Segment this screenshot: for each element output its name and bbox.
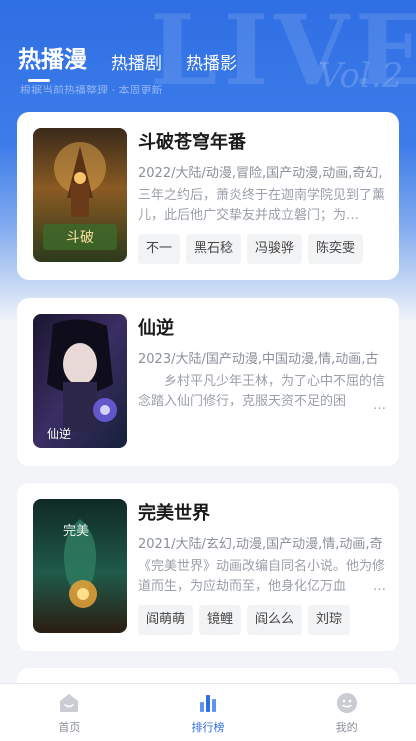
media-card[interactable]: 完美 完美世界 2021/大陆/玄幻,动漫,国产动漫,情,动画,奇 《完美世界》… [17,483,399,651]
cast-tag[interactable]: 冯骏骅 [247,234,303,264]
card-meta: 2021/大陆/玄幻,动漫,国产动漫,情,动画,奇 [138,537,383,552]
card-title: 完美世界 [138,503,210,524]
home-icon [60,694,79,712]
more-ellipsis[interactable]: … [369,577,386,597]
card-description: 乡村平凡少年王林，为了心中不屈的信念踏入仙门修行，克服天资不足的困 … [138,372,386,416]
cast-tag[interactable]: 黑石稔 [186,234,242,264]
card-meta: 2022/大陆/动漫,冒险,国产动漫,动画,奇幻, [138,166,383,181]
svg-text:仙逆: 仙逆 [47,426,71,441]
nav-ranking-label: 排行榜 [191,721,225,734]
card-title: 斗破苍穹年番 [138,132,246,153]
nav-profile[interactable]: 我的 [277,684,416,741]
svg-text:斗破: 斗破 [66,230,94,246]
cast-tag[interactable]: 阎么么 [247,605,303,635]
svg-text:完美: 完美 [63,524,89,539]
poster-image: 完美 [33,499,127,633]
nav-home[interactable]: 首页 [0,684,139,741]
cast-tags: 不一 黑石稔 冯骏骅 陈奕雯 [138,234,386,264]
cast-tag[interactable]: 陈奕雯 [308,234,364,264]
nav-home-label: 首页 [58,721,81,734]
poster-image: 斗破 [33,128,127,262]
profile-icon [336,693,357,713]
card-description: 三年之约后，萧炎终于在迦南学院见到了薰儿，此后他广交挚友并成立磐门；为… [138,188,386,223]
tab-hot-drama[interactable]: 热播剧 [111,49,162,74]
tab-hot-anime[interactable]: 热播漫 [18,40,87,74]
cast-tag[interactable]: 阎萌萌 [138,605,194,635]
media-card[interactable]: 斗破 斗破苍穹年番 2022/大陆/动漫,冒险,国产动漫,动画,奇幻, 三年之约… [17,112,399,280]
more-ellipsis[interactable]: … [369,396,386,416]
cast-tag[interactable]: 镜鲤 [199,605,242,635]
bottom-navigation: 首页 排行榜 我的 [0,683,416,741]
nav-profile-label: 我的 [335,721,358,734]
tab-hot-movie[interactable]: 热播影 [186,49,237,74]
hero-watermark-vol: Vol.2 [318,56,404,96]
card-meta: 2023/大陆/国产动漫,中国动漫,情,动画,古 [138,352,379,367]
cast-tags: 阎萌萌 镜鲤 阎么么 刘琮 [138,605,386,635]
poster-image: 仙逆 [33,314,127,448]
ranking-icon [200,695,216,712]
card-description: 《完美世界》动画改编自同名小说。他为修道而生，为应劫而至，他身化亿万血 … [138,557,386,597]
hero-subtitle: 根据当前热播整理 · 本周更新 [20,84,163,94]
nav-ranking[interactable]: 排行榜 [139,684,278,741]
category-tabs: 热播漫 热播剧 热播影 [18,40,237,74]
media-card[interactable]: 仙逆 仙逆 2023/大陆/国产动漫,中国动漫,情,动画,古 乡村平凡少年王林，… [17,298,399,466]
cast-tag[interactable]: 不一 [138,234,181,264]
card-title: 仙逆 [138,318,174,339]
cast-tag[interactable]: 刘琮 [308,605,351,635]
